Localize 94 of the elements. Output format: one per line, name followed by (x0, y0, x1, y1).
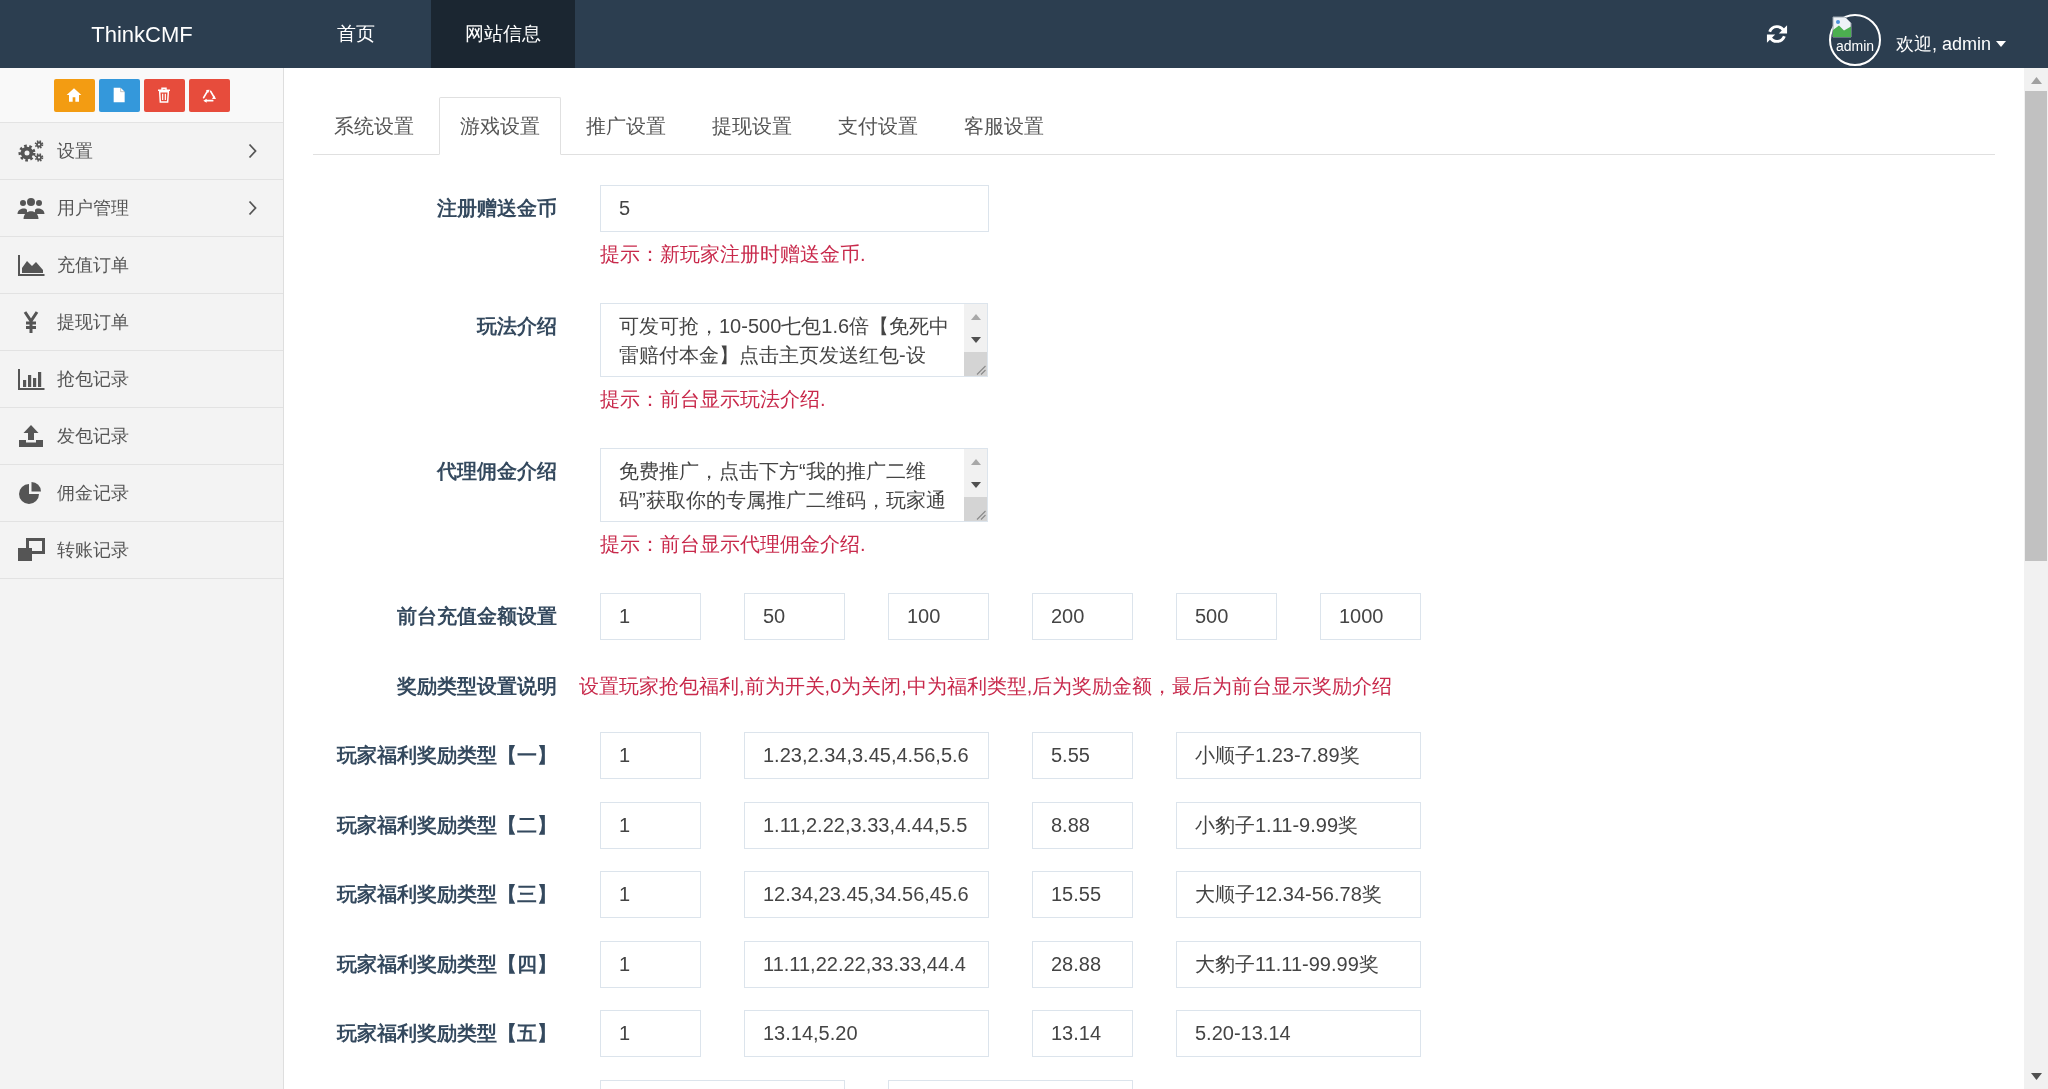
home-button[interactable] (53, 78, 95, 112)
field-label: 玩法介绍 (475, 314, 557, 339)
resize-grip-icon[interactable] (974, 508, 986, 520)
text-input[interactable]: 11.11,22.22,33.33,44.4 (744, 940, 989, 988)
scroll-down-arrow-icon[interactable] (970, 337, 981, 343)
broken-image-icon (1831, 16, 1852, 38)
scrollbar-thumb[interactable] (2025, 91, 2047, 561)
tab[interactable]: 客服设置 (943, 97, 1065, 155)
nav-link[interactable]: 首页 (303, 0, 409, 68)
sidebar-item[interactable]: 设置 (0, 123, 283, 180)
hint-text: 提示：前台显示代理佣金介绍. (600, 532, 867, 557)
text-input[interactable]: 50 (744, 593, 845, 640)
home-icon (66, 87, 82, 103)
text-input[interactable]: 15.55 (1032, 871, 1133, 918)
tab[interactable]: 系统设置 (313, 97, 435, 155)
trash-button[interactable] (143, 78, 185, 112)
scrollbar-thumb[interactable] (964, 497, 987, 521)
avatar-alt-text: admin (1835, 39, 1875, 53)
text-input[interactable]: 1.23,2.34,3.45,4.56,5.6 (744, 732, 989, 779)
text-input[interactable]: 12.34,23.45,34.56,45.6 (744, 871, 989, 918)
text-input[interactable]: 28.88 (1032, 940, 1133, 988)
tab[interactable]: 支付设置 (817, 97, 939, 155)
sidebar-item[interactable]: 转账记录 (0, 522, 283, 579)
area-chart-icon (17, 253, 45, 277)
sidebar-item[interactable]: 发包记录 (0, 408, 283, 465)
user-menu[interactable]: 欢迎, admin (1895, 32, 2006, 56)
scroll-down-arrow-icon[interactable] (970, 482, 981, 488)
bar-chart-icon (17, 367, 45, 391)
scroll-up-arrow-icon[interactable] (970, 314, 981, 320)
resize-grip-icon[interactable] (974, 363, 986, 375)
windows-icon (17, 538, 45, 562)
text-input[interactable]: 5.20-13.14 (1176, 1010, 1421, 1057)
refresh-icon[interactable] (1765, 23, 1788, 45)
text-input[interactable]: 大豹子11.11-99.99奖 (1176, 940, 1421, 988)
text-input[interactable]: 1 (600, 593, 701, 640)
text-input[interactable]: 小顺子1.23-7.89奖 (1176, 732, 1421, 779)
scrollbar[interactable] (964, 304, 987, 376)
text-input[interactable]: 1 (600, 732, 701, 779)
text-input[interactable]: 8.88 (1032, 801, 1133, 849)
tab[interactable]: 游戏设置 (439, 97, 561, 155)
upload-icon (17, 424, 45, 448)
tab[interactable]: 推广设置 (565, 97, 687, 155)
text-input[interactable]: 13.14,5.20 (744, 1010, 989, 1057)
text-input[interactable]: 1.11,2.22,3.33,4.44,5.5 (744, 801, 989, 849)
recycle-icon (201, 87, 217, 103)
nav-link[interactable]: 网站信息 (431, 0, 575, 68)
file-button[interactable] (98, 78, 140, 112)
field-label: 玩家福利奖励类型【一】 (335, 743, 557, 768)
sidebar-item[interactable]: 抢包记录 (0, 351, 283, 408)
hint-text: 提示：前台显示玩法介绍. (600, 387, 827, 412)
instruction-text: 设置玩家抢包福利,前为开关,0为关闭,中为福利类型,后为奖励金额，最后为前台显示奖励介绍 (579, 673, 1393, 699)
sidebar-item[interactable]: 提现订单 (0, 294, 283, 351)
caret-icon (1996, 41, 2006, 47)
text-input[interactable]: 500 (1176, 593, 1277, 640)
text-input[interactable]: 小豹子1.11-9.99奖 (1176, 801, 1421, 849)
text-input[interactable]: 1 (600, 871, 701, 918)
avatar[interactable]: admin (1828, 14, 1881, 66)
field-label: 玩家福利奖励类型【五】 (335, 1021, 557, 1046)
field-label: 注册赠送金币 (436, 196, 557, 221)
sidebar-item[interactable]: 用户管理 (0, 180, 283, 237)
file-icon (111, 87, 127, 103)
tab[interactable]: 提现设置 (691, 97, 813, 155)
field-label: 奖励类型设置说明 (396, 673, 557, 699)
sidebar-item[interactable]: 充值订单 (0, 237, 283, 294)
textarea-field[interactable]: 可发可抢，10-500七包1.6倍【免死中雷赔付本金】点击主页发送红包-设 (600, 303, 988, 377)
field-label: 玩家福利奖励类型【三】 (335, 882, 557, 907)
text-input[interactable]: 大顺子12.34-56.78奖 (1176, 871, 1421, 918)
textarea-field[interactable]: 免费推广，点击下方“我的推广二维码”获取你的专属推广二维码，玩家通 (600, 448, 988, 522)
text-input[interactable]: 100 (888, 593, 989, 640)
text-input[interactable]: 1000 (1320, 593, 1421, 640)
scroll-up-arrow-icon[interactable] (970, 459, 981, 465)
users-icon (17, 196, 45, 220)
text-input[interactable]: 5.55 (1032, 732, 1133, 779)
scrollbar[interactable] (964, 449, 987, 521)
field-label: 玩家福利奖励类型【二】 (335, 812, 557, 838)
text-input[interactable]: 1 (600, 1010, 701, 1057)
brand-name[interactable]: ThinkCMF (0, 0, 284, 68)
text-input[interactable]: 5 (600, 185, 989, 232)
text-input[interactable]: 13.14 (1032, 1010, 1133, 1057)
scrollbar[interactable] (2024, 68, 2048, 1089)
text-input[interactable]: 200 (1032, 593, 1133, 640)
trash-icon (156, 87, 172, 103)
scrollbar-thumb[interactable] (964, 352, 987, 376)
text-input[interactable]: 1 (600, 940, 701, 988)
gears-icon (17, 139, 45, 163)
scroll-up-arrow-icon[interactable] (2030, 77, 2042, 84)
field-label: 代理佣金介绍 (435, 459, 557, 484)
sidebar-item[interactable]: 佣金记录 (0, 465, 283, 522)
scroll-down-arrow-icon[interactable] (2030, 1073, 2042, 1080)
text-input[interactable]: 1 (600, 801, 701, 849)
recycle-button[interactable] (188, 78, 230, 112)
field-label: 前台充值金额设置 (396, 604, 557, 629)
hint-text: 提示：新玩家注册时赠送金币. (600, 242, 867, 267)
field-label: 玩家福利奖励类型【四】 (335, 951, 557, 977)
